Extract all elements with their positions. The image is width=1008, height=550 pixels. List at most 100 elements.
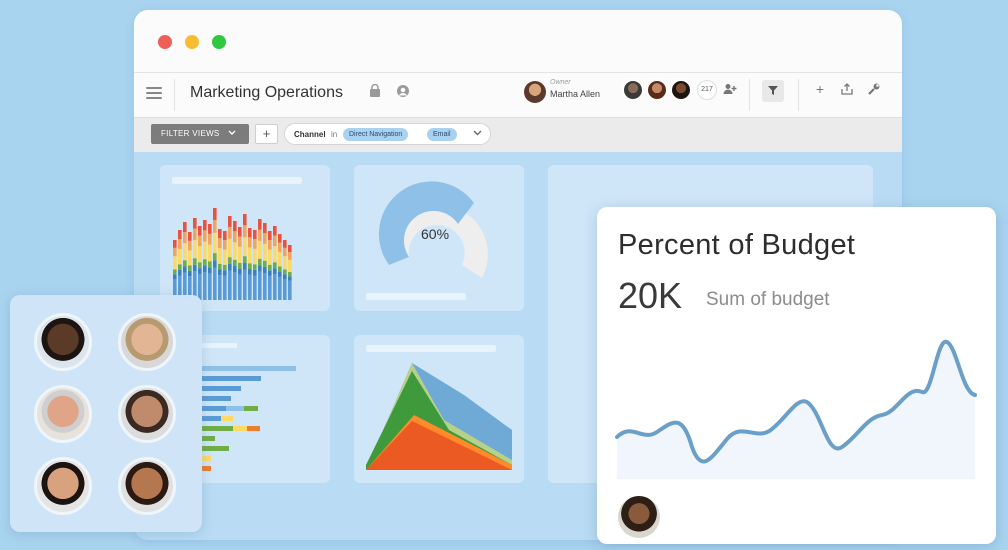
stacked-bar-segment: [233, 266, 237, 273]
stacked-bar-segment: [198, 226, 202, 236]
stacked-bar-segment: [218, 238, 222, 249]
lock-icon[interactable]: [369, 83, 381, 100]
stacked-bar-segment: [213, 253, 217, 261]
stacked-bar-segment: [233, 272, 237, 300]
stacked-bar-segment: [233, 242, 237, 260]
stacked-bar-segment: [203, 265, 207, 272]
area-chart-widget[interactable]: [354, 335, 524, 483]
stacked-bar-segment: [223, 270, 227, 276]
stacked-bar-segment: [278, 271, 282, 277]
stacked-bar-segment: [198, 274, 202, 300]
collaborator-count[interactable]: 217: [697, 80, 717, 100]
add-person-icon[interactable]: [721, 83, 739, 98]
person-avatar[interactable]: [118, 385, 176, 443]
stacked-bar-segment: [203, 272, 207, 300]
owner-name: Martha Allen: [550, 89, 601, 99]
stacked-bar-segment: [283, 240, 287, 248]
stacked-bar-segment: [198, 245, 202, 263]
stacked-bar-segment: [288, 280, 292, 300]
stacked-bar-segment: [233, 221, 237, 232]
person-avatar[interactable]: [118, 313, 176, 371]
stacked-bar-segment: [228, 216, 232, 227]
area-chart: [366, 363, 512, 470]
stacked-bar-segment: [253, 239, 257, 249]
stacked-bar-segment: [228, 270, 232, 300]
stacked-bar-segment: [208, 273, 212, 300]
gauge-widget[interactable]: 60%: [354, 165, 524, 311]
stacked-bar-segment: [268, 270, 272, 276]
stacked-bar-segment: [268, 239, 272, 250]
filter-button[interactable]: [762, 80, 784, 102]
collaborator-avatar[interactable]: [670, 79, 692, 101]
stacked-bar-segment: [183, 266, 187, 273]
menu-icon[interactable]: [146, 87, 162, 99]
stacked-bar-segment: [228, 226, 232, 239]
close-window-button[interactable]: [158, 35, 172, 49]
stacked-bar-segment: [188, 232, 192, 241]
wrench-icon[interactable]: [865, 83, 883, 98]
stacked-bar-segment: [283, 247, 287, 257]
stacked-bar-segment: [263, 233, 267, 244]
maximize-window-button[interactable]: [212, 35, 226, 49]
stacked-bar-segment: [243, 256, 247, 264]
owner-avatar[interactable]: [524, 81, 546, 103]
stacked-bar-segment: [183, 260, 187, 267]
stacked-bar-segment: [288, 271, 292, 277]
filter-views-button[interactable]: FILTER VIEWS: [151, 124, 249, 144]
sheet-header: Marketing Operations Owner Martha Allen …: [134, 72, 902, 118]
stacked-bar-segment: [243, 263, 247, 270]
stacked-bar-segment: [278, 266, 282, 272]
stacked-bar-widget[interactable]: [160, 165, 330, 311]
stacked-bar-segment: [238, 246, 242, 263]
stacked-bar-segment: [263, 266, 267, 274]
widget-caption-placeholder: [366, 293, 466, 300]
divider: [174, 79, 175, 111]
people-panel: [10, 295, 202, 532]
chevron-down-icon[interactable]: [473, 129, 482, 138]
stacked-bar-segment: [203, 241, 207, 260]
stacked-bar-segment: [248, 228, 252, 238]
stacked-bar-segment: [288, 252, 292, 260]
stacked-bar-segment: [233, 231, 237, 243]
percent-of-budget-card[interactable]: Percent of Budget 20K Sum of budget: [597, 207, 996, 544]
stacked-bar-segment: [208, 261, 212, 268]
stacked-bar-segment: [258, 271, 262, 300]
stacked-bar-segment: [223, 275, 227, 300]
stacked-bar-segment: [203, 230, 207, 242]
gauge-label: 60%: [421, 226, 450, 242]
budget-trend-line: [615, 339, 977, 479]
stacked-bar-segment: [283, 256, 287, 270]
card-author-avatar[interactable]: [618, 496, 660, 538]
add-filter-button[interactable]: +: [255, 124, 278, 144]
stacked-bar-segment: [213, 260, 217, 268]
stacked-bar-segment: [273, 226, 277, 236]
minimize-window-button[interactable]: [185, 35, 199, 49]
person-avatar[interactable]: [34, 385, 92, 443]
stacked-bar-segment: [213, 267, 217, 300]
stacked-bar-segment: [223, 264, 227, 271]
eye-icon[interactable]: [396, 84, 410, 101]
stacked-bar-segment: [248, 247, 252, 264]
share-icon[interactable]: [838, 83, 856, 98]
stacked-bar-segment: [208, 224, 212, 234]
filter-chip[interactable]: Email: [427, 128, 457, 141]
person-avatar[interactable]: [34, 457, 92, 515]
collaborator-avatar[interactable]: [646, 79, 668, 101]
stacked-bar-segment: [178, 264, 182, 270]
stacked-bar-segment: [218, 263, 222, 270]
person-avatar[interactable]: [34, 313, 92, 371]
stacked-bar-segment: [188, 270, 192, 277]
stacked-bar-segment: [268, 249, 272, 265]
stacked-bar-segment: [208, 233, 212, 245]
plus-icon[interactable]: +: [811, 81, 829, 97]
filter-chip[interactable]: Direct Navigation: [343, 128, 409, 141]
collaborator-avatar[interactable]: [622, 79, 644, 101]
stacked-bar-segment: [253, 248, 257, 265]
stacked-bar-segment: [173, 247, 177, 257]
stacked-bar-segment: [233, 259, 237, 267]
stacked-bar-segment: [193, 228, 197, 241]
stacked-bar-segment: [183, 222, 187, 233]
channel-filter[interactable]: Channel in Direct Navigation Email: [284, 123, 491, 145]
stacked-bar-segment: [243, 214, 247, 226]
person-avatar[interactable]: [118, 457, 176, 515]
